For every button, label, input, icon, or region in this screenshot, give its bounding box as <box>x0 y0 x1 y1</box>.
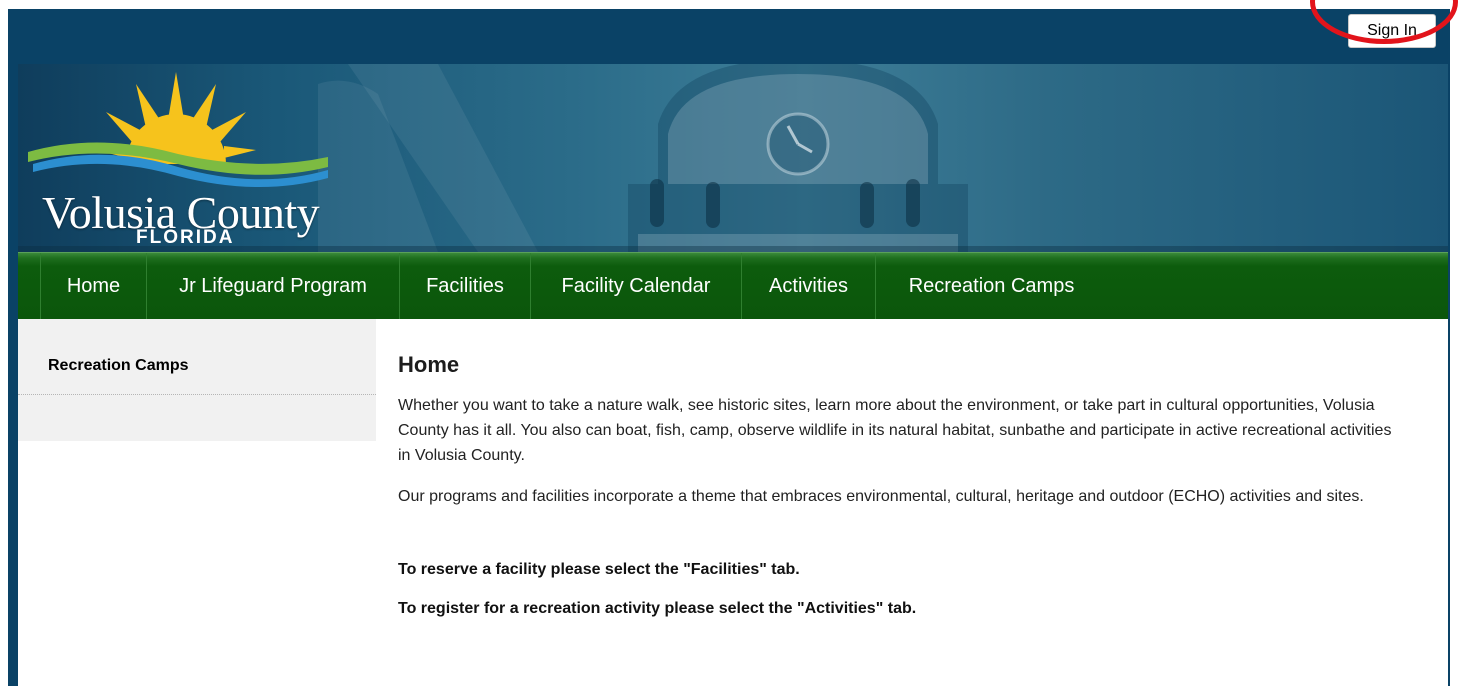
facilities-instruction: To reserve a facility please select the … <box>398 561 800 578</box>
nav-item-recreation-camps[interactable]: Recreation Camps <box>875 253 1107 320</box>
sidebar: Recreation Camps <box>18 319 376 441</box>
nav-item-facilities[interactable]: Facilities <box>399 253 530 320</box>
site-banner: Volusia County FLORIDA <box>18 64 1448 252</box>
nav-item-facility-calendar[interactable]: Facility Calendar <box>530 253 741 320</box>
page-content: Recreation Camps Home Whether you want t… <box>18 319 1448 686</box>
top-caption-strip <box>0 0 1458 9</box>
nav-item-home[interactable]: Home <box>40 253 146 320</box>
main-navigation: Home Jr Lifeguard Program Facilities Fac… <box>18 252 1448 320</box>
echo-paragraph: Our programs and facilities incorporate … <box>398 488 1364 505</box>
nav-item-activities[interactable]: Activities <box>741 253 875 320</box>
sun-logo-icon <box>28 72 328 188</box>
nav-item-jr-lifeguard-program[interactable]: Jr Lifeguard Program <box>146 253 399 320</box>
volusia-county-logo[interactable]: Volusia County FLORIDA <box>28 72 328 247</box>
intro-paragraph: Whether you want to take a nature walk, … <box>398 397 1392 464</box>
page-title: Home <box>398 352 460 377</box>
sidebar-item-label: Recreation Camps <box>48 357 189 374</box>
sign-in-button[interactable]: Sign In <box>1348 14 1436 48</box>
logo-subtitle: FLORIDA <box>136 227 235 248</box>
sidebar-item-recreation-camps[interactable]: Recreation Camps <box>18 319 376 395</box>
activities-instruction: To register for a recreation activity pl… <box>398 600 917 617</box>
